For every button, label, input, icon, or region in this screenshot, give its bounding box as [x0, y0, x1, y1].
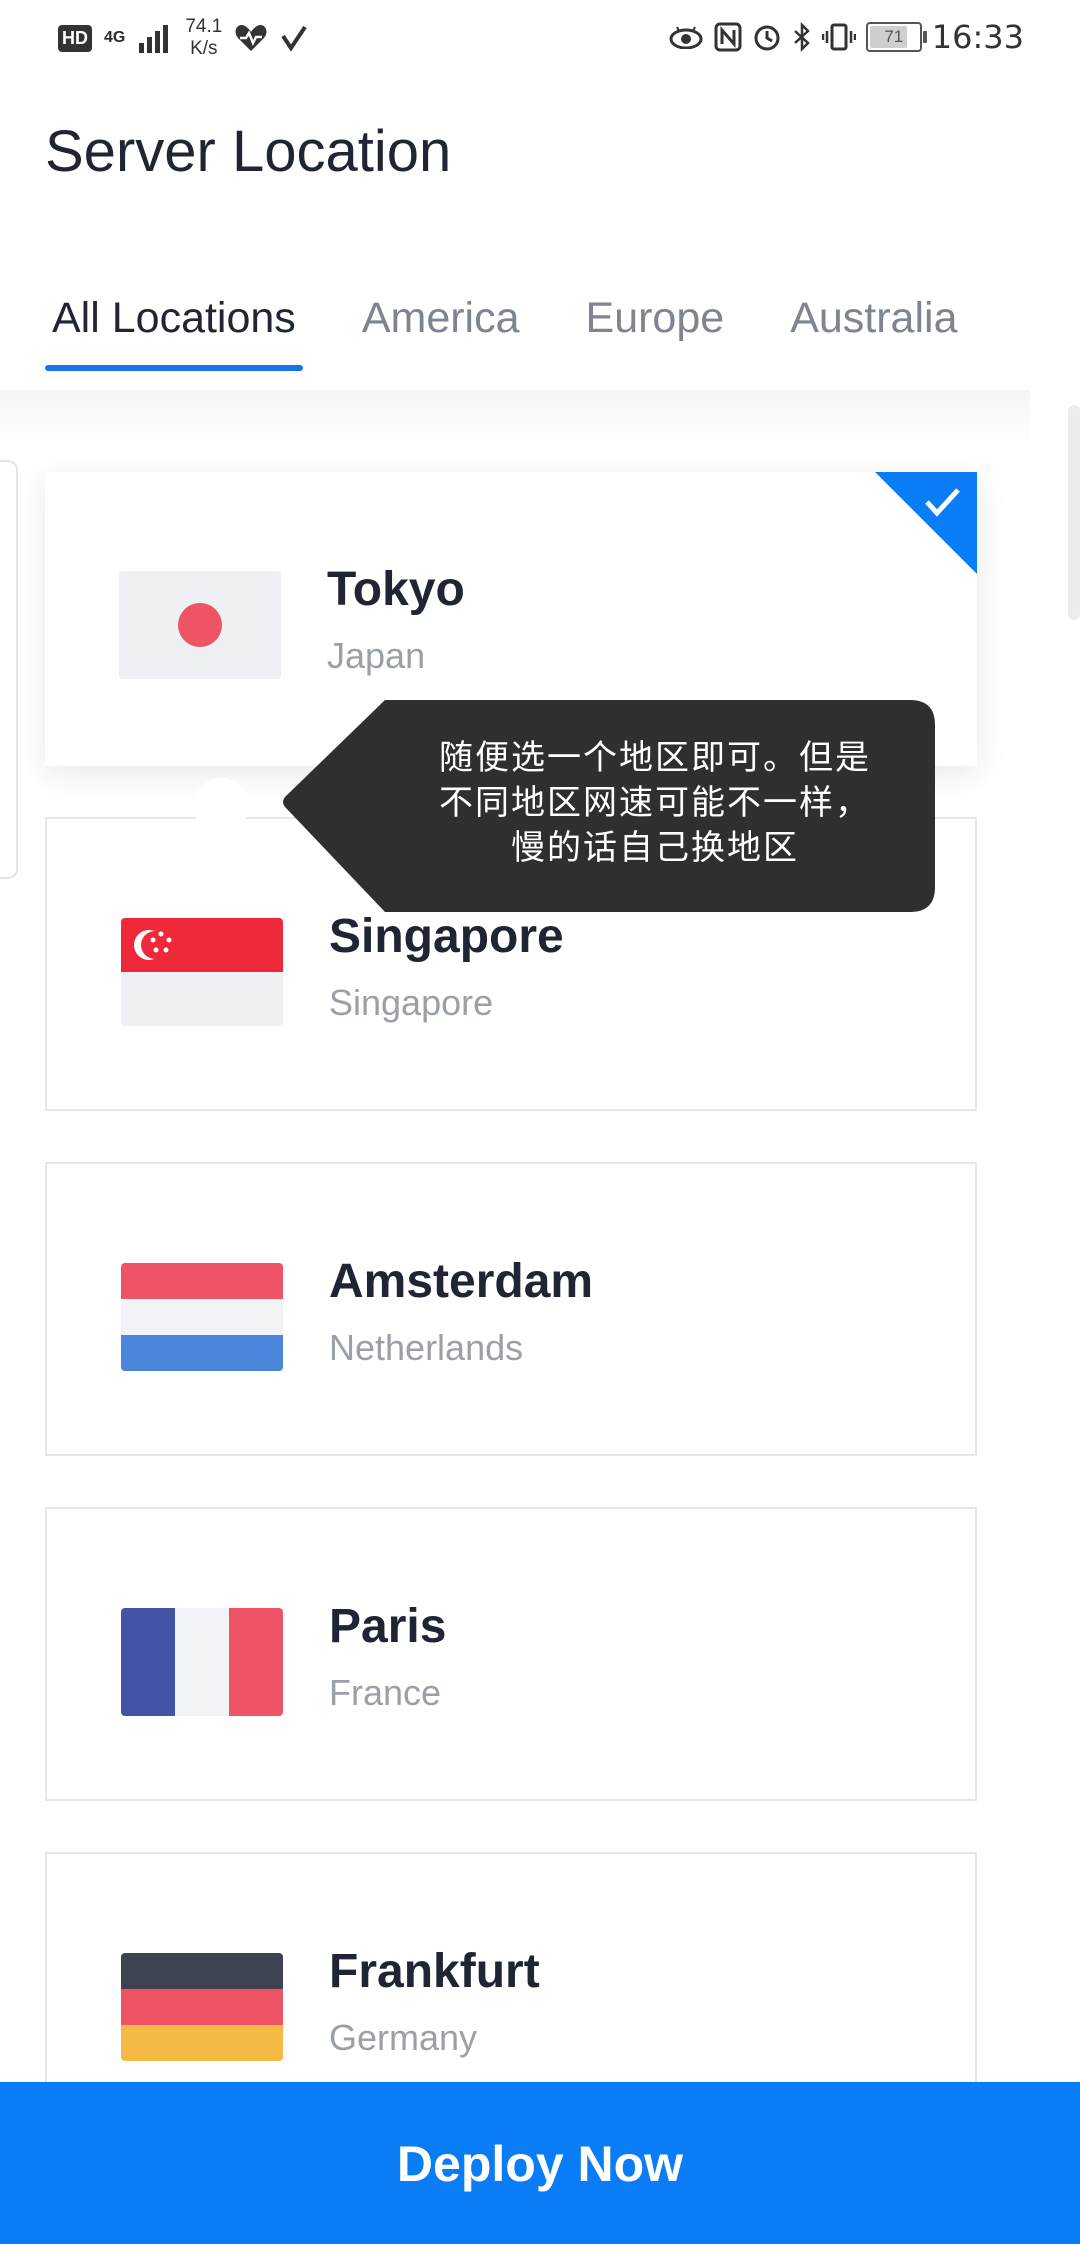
city-name: Amsterdam: [329, 1255, 594, 1308]
japan-flag: [119, 571, 281, 679]
status-left: HD 4G 74.1 K/s: [58, 16, 308, 60]
city-name: Tokyo: [327, 563, 465, 616]
alarm-icon: [754, 25, 780, 51]
country-name: Netherlands: [329, 1327, 524, 1368]
germany-flag: [121, 1953, 283, 2061]
hd-badge: HD: [58, 24, 92, 52]
status-bar: HD 4G 74.1 K/s 71 16:33: [0, 0, 1080, 82]
country-name: Germany: [329, 2017, 478, 2058]
speed-value: 74.1: [185, 16, 223, 37]
tip-tooltip: 随便选一个地区即可。但是 不同地区网速可能不一样， 慢的话自己换地区: [280, 700, 935, 912]
bluetooth-icon: [793, 22, 810, 52]
tooltip-line-2: 不同地区网速可能不一样，: [439, 783, 871, 823]
clock: 16:33: [931, 18, 1024, 56]
network-speed: 74.1 K/s: [185, 16, 222, 60]
check-mark-app-icon: [281, 25, 307, 52]
city-name: Singapore: [329, 910, 564, 963]
side-drawer-handle[interactable]: [0, 460, 18, 879]
singapore-flag: [121, 918, 283, 1026]
signal-icon: [139, 25, 169, 53]
country-name: France: [329, 1672, 442, 1713]
tooltip-line-1: 随便选一个地区即可。但是: [439, 738, 871, 778]
speed-unit: K/s: [190, 38, 218, 59]
status-right: 71 16:33: [668, 18, 1024, 56]
country-name: Japan: [327, 635, 426, 676]
nfc-icon: [714, 22, 742, 52]
tab-all-locations[interactable]: All Locations: [45, 290, 303, 371]
eye-comfort-icon: [669, 26, 703, 49]
tooltip-text: 随便选一个地区即可。但是 不同地区网速可能不一样， 慢的话自己换地区: [420, 736, 890, 871]
city-name: Paris: [329, 1600, 447, 1653]
vibrate-icon: [821, 23, 856, 51]
region-tabs: All Locations America Europe Australia: [45, 290, 1016, 371]
battery-indicator: 71: [865, 22, 927, 52]
tooltip-anchor-dot: [193, 778, 249, 834]
country-name: Singapore: [329, 982, 494, 1023]
page-title: Server Location: [45, 119, 452, 184]
battery-level: 71: [884, 27, 904, 46]
deploy-now-button[interactable]: Deploy Now: [0, 2082, 1080, 2244]
france-flag: [121, 1608, 283, 1716]
city-name: Frankfurt: [329, 1945, 540, 1998]
selected-check-icon: [875, 472, 977, 574]
tooltip-line-3: 慢的话自己换地区: [511, 828, 799, 868]
tabs-shadow: [0, 390, 1030, 450]
netherlands-flag: [121, 1263, 283, 1371]
location-card-amsterdam[interactable]: Amsterdam Netherlands: [45, 1162, 977, 1456]
tab-america[interactable]: America: [355, 290, 527, 371]
tab-europe[interactable]: Europe: [579, 290, 732, 371]
health-heart-icon: [235, 25, 267, 51]
scrollbar[interactable]: [1068, 405, 1080, 620]
location-card-paris[interactable]: Paris France: [45, 1507, 977, 1801]
tab-australia[interactable]: Australia: [783, 290, 964, 371]
network-type: 4G: [104, 29, 126, 46]
